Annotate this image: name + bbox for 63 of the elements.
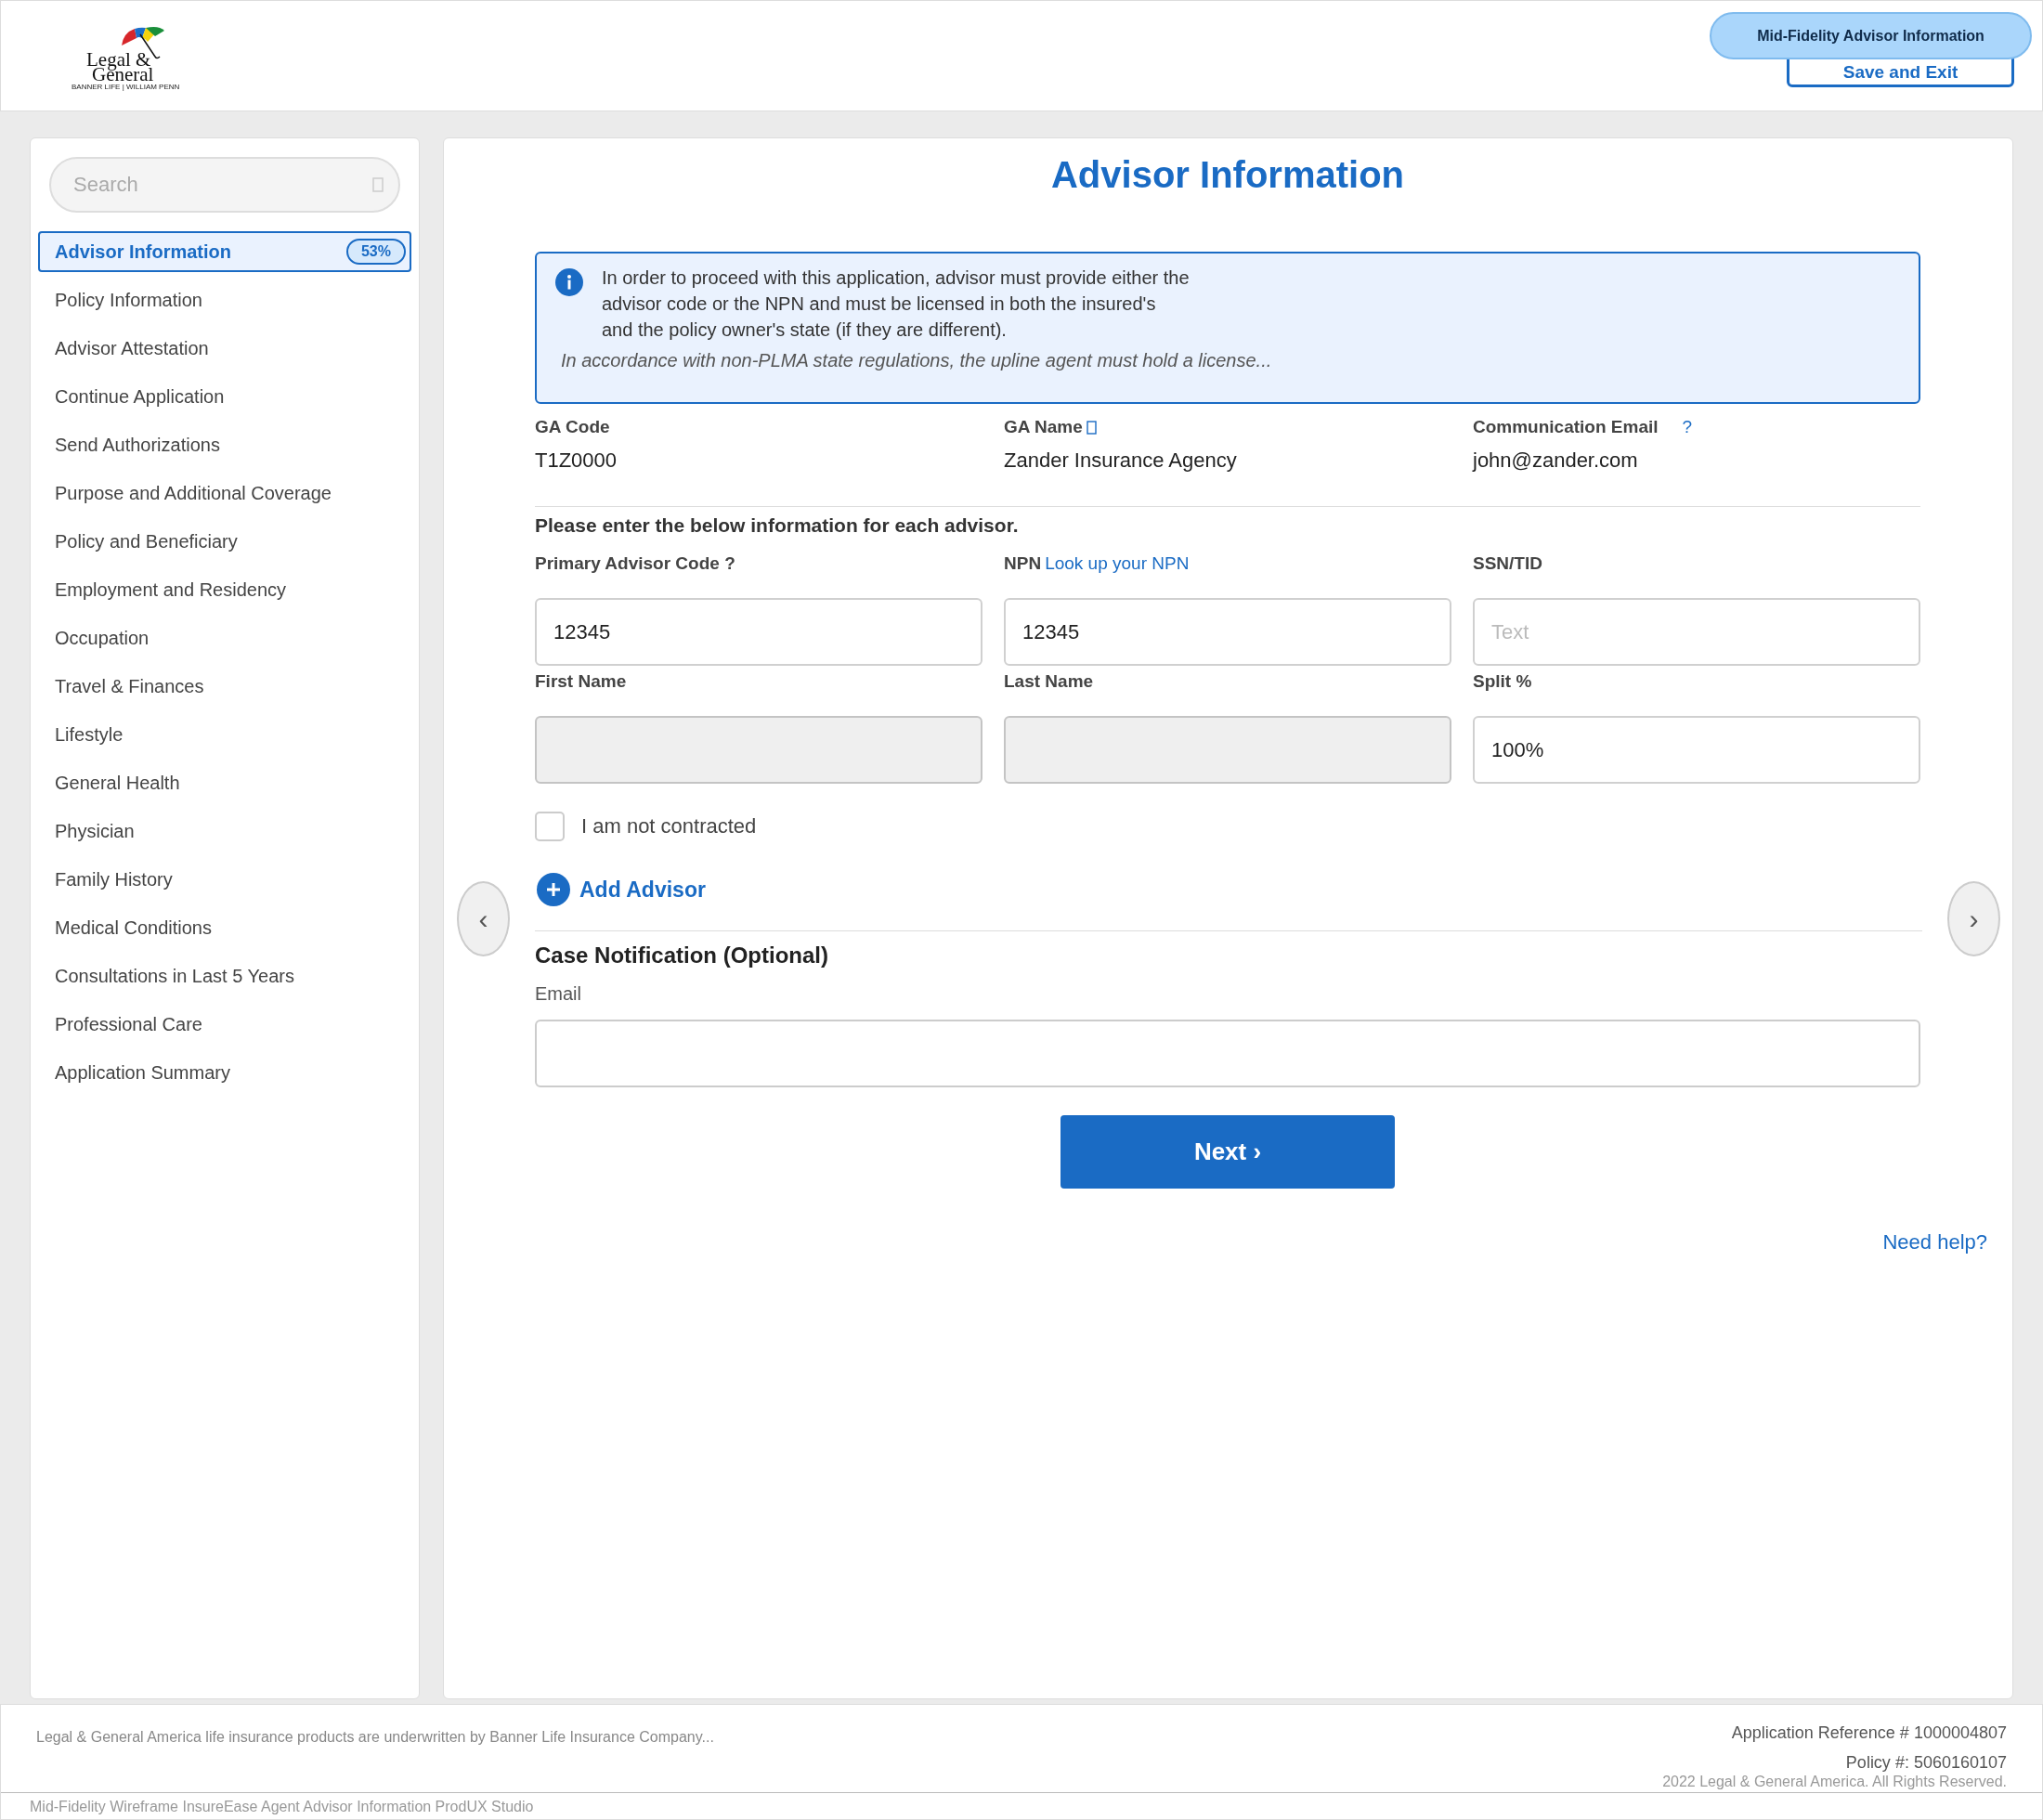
nav-item[interactable]: Policy Information <box>38 280 411 320</box>
input-field[interactable]: 100% <box>1473 716 1920 784</box>
help-link[interactable]: ? <box>1682 417 1693 437</box>
box-icon <box>372 177 384 192</box>
copyright-text: 2022 Legal & General America. All Rights Reserved. <box>1662 1774 2007 1790</box>
logo-tagline: BANNER LIFE | WILLIAM PENN <box>72 83 180 91</box>
input-field[interactable]: 12345 <box>535 598 982 666</box>
section-title: Case Notification (Optional) <box>535 942 829 968</box>
nav-item[interactable]: Advisor Attestation <box>38 328 411 369</box>
nav-item[interactable]: Lifestyle <box>38 714 411 755</box>
input-field[interactable]: 12345 <box>1004 598 1451 666</box>
plus-icon[interactable] <box>537 873 570 906</box>
field-label: GA Code <box>535 417 610 437</box>
nav-item[interactable]: Send Authorizations <box>38 424 411 465</box>
disclaimer-text: Legal & General America life insurance products are underwritten by Banner Life Insurance Company... <box>36 1729 714 1747</box>
help-link[interactable]: Need help? <box>1882 1230 1987 1254</box>
field-label: Primary Advisor Code ? <box>535 553 735 574</box>
nav-item[interactable]: Purpose and Additional Coverage <box>38 473 411 514</box>
section-instruction: Please enter the below information for each advisor. <box>535 514 1020 537</box>
nav-item[interactable]: Physician <box>38 811 411 852</box>
previous-button[interactable]: ‹ <box>457 881 510 956</box>
wireframe-caption: Mid-Fidelity Wireframe InsureEase Agent Advisor Information ProdUX Studio <box>30 1799 534 1815</box>
nav-item[interactable]: Application Summary <box>38 1052 411 1093</box>
nav-item[interactable]: General Health <box>38 762 411 803</box>
page-title: Advisor Information <box>1050 153 1405 197</box>
add-advisor-link[interactable]: Add Advisor <box>579 877 706 903</box>
field-label: Email <box>535 983 582 1005</box>
field-value: Zander Insurance Agency <box>1004 448 1238 473</box>
field-label: First Name <box>535 671 627 692</box>
info-icon <box>555 268 583 296</box>
field-label: Split % <box>1473 671 1532 692</box>
wireframe-tooltip: Mid-Fidelity Advisor Information <box>1710 12 2032 59</box>
next-button[interactable]: Next › <box>1061 1115 1395 1189</box>
input-field[interactable]: Text <box>1473 598 1920 666</box>
nav-item[interactable]: Employment and Residency <box>38 569 411 610</box>
email-field[interactable] <box>535 1020 1920 1087</box>
nav-item[interactable]: Policy and Beneficiary <box>38 521 411 562</box>
nav-item[interactable]: Continue Application <box>38 376 411 417</box>
checkbox-label: I am not contracted <box>581 814 757 838</box>
field-label: NPN <box>1004 553 1042 574</box>
search-field[interactable]: Search <box>49 157 400 213</box>
info-note: In accordance with non-PLMA state regulations, the upline agent must hold a license... <box>561 350 1273 371</box>
field-label: Last Name <box>1004 671 1094 692</box>
checkbox[interactable] <box>535 812 565 841</box>
field-value: T1Z0000 <box>535 448 618 473</box>
info-message: In order to proceed with this application, advisor must provide either the advisor code or the NPN and must be licensed in both the insured's and the policy owner's state (if they are different). <box>602 266 1191 342</box>
nav-item[interactable]: Consultations in Last 5 Years <box>38 956 411 996</box>
progress-badge: 53% <box>345 239 406 265</box>
field-label: GA Name <box>1004 417 1083 437</box>
application-reference: Application Reference # 1000004807 <box>1731 1722 2007 1744</box>
lookup-link[interactable]: Look up your NPN <box>1045 553 1190 574</box>
nav-item[interactable]: Professional Care <box>38 1004 411 1045</box>
field-value: john@zander.com <box>1473 448 1639 473</box>
box-icon <box>1086 420 1097 435</box>
nav-item[interactable]: Family History <box>38 859 411 900</box>
nav-item[interactable]: Travel & Finances <box>38 666 411 707</box>
nav-item[interactable]: Medical Conditions <box>38 907 411 948</box>
nav-item[interactable]: Advisor Information 53% <box>38 231 411 272</box>
field-label: SSN/TID <box>1473 553 1542 574</box>
field-label: Communication Email <box>1473 417 1659 437</box>
nav-item[interactable]: Occupation <box>38 618 411 658</box>
forward-button[interactable]: › <box>1947 881 2000 956</box>
policy-number: Policy #: 5060160107 <box>1844 1752 2007 1774</box>
